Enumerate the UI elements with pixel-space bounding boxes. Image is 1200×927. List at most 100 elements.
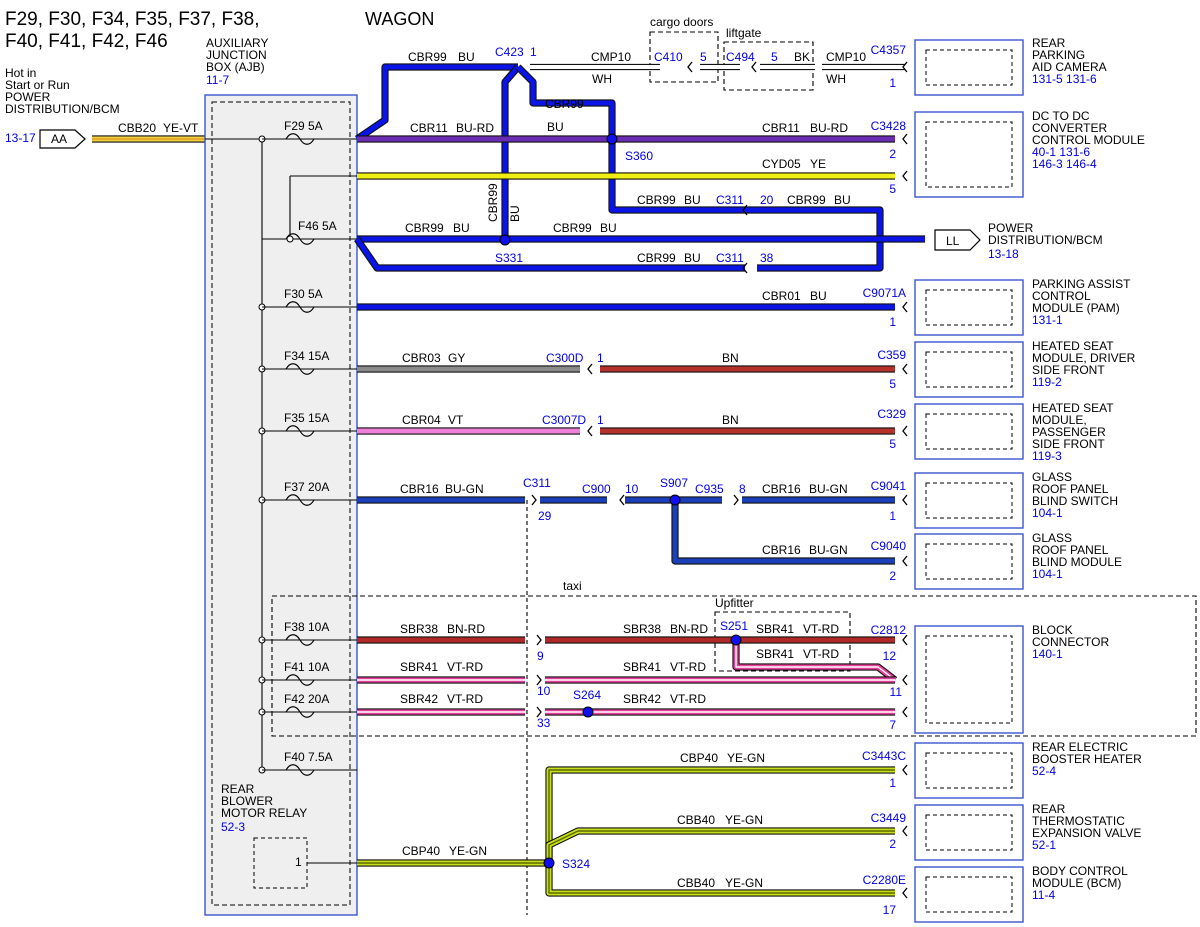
label-bu-gn-c: BU-GN xyxy=(809,543,848,557)
upfitter-label: Upfitter xyxy=(715,596,754,610)
module-1 xyxy=(914,111,1024,198)
label-sbr41-u2: SBR41 xyxy=(756,647,794,661)
label-vt: VT xyxy=(448,413,464,427)
module-ref: 11-4 xyxy=(1032,888,1055,902)
fuse-list-title: F29, F30, F34, F35, F37, F38, xyxy=(5,9,260,30)
label-sbr38-a: SBR38 xyxy=(400,622,438,636)
label-cbr99-top: CBR99 xyxy=(408,50,447,64)
fuse-f42-amp: 20A xyxy=(308,692,329,706)
fuse-f46-amp: 5A xyxy=(322,219,337,233)
module-4 xyxy=(914,403,1024,460)
label-vt-rd-c: VT-RD xyxy=(447,692,483,706)
splice-s251 xyxy=(730,634,742,646)
label-cbr99-mid: CBR99 xyxy=(545,97,584,111)
label-wh-b: WH xyxy=(826,72,846,86)
label-bu-ur2: BU xyxy=(834,193,851,207)
fuse-f30: F30 xyxy=(284,287,305,301)
module-connector: C9040 xyxy=(871,539,907,553)
fuse-f46: F46 xyxy=(298,219,319,233)
module-0 xyxy=(914,39,1024,96)
module-ref: 131-1 xyxy=(1032,313,1063,327)
module-connector: C4357 xyxy=(871,43,907,57)
label-sbr42-b: SBR42 xyxy=(623,692,661,706)
label-cbr03: CBR03 xyxy=(402,351,441,365)
label-ye-gn-mid: YE-GN xyxy=(725,813,763,827)
label-c935-pin: 8 xyxy=(739,482,746,496)
label-bn-rd-a: BN-RD xyxy=(447,622,485,636)
bus-node-f46 xyxy=(286,235,294,243)
splice-s324 xyxy=(543,857,555,869)
label-cbr99-vert: CBR99 xyxy=(486,183,500,222)
label-bu-vert: BU xyxy=(508,205,522,222)
module-10 xyxy=(914,866,1024,923)
label-s331: S331 xyxy=(495,251,523,265)
label-sbr41-u1: SBR41 xyxy=(756,622,794,636)
label-c935: C935 xyxy=(695,482,724,496)
module-connector: C9071A xyxy=(863,286,906,300)
label-vt-rd-b: VT-RD xyxy=(670,660,706,674)
module-9 xyxy=(914,804,1024,861)
label-bu-f46b: BU xyxy=(600,221,617,235)
module-pin: 17 xyxy=(883,903,897,917)
ajb-ref: 11-7 xyxy=(206,73,229,87)
module-connector: C329 xyxy=(877,407,906,421)
module-ref-2: 146-3 146-4 xyxy=(1032,157,1097,171)
module-ref: 104-1 xyxy=(1032,506,1063,520)
hot-in-ref: 13-17 xyxy=(5,131,36,145)
module-ref: 119-2 xyxy=(1032,375,1062,389)
conn-c900 xyxy=(619,494,625,506)
module-connector: C2280E xyxy=(863,873,906,887)
label-cbr99-low: CBR99 xyxy=(637,251,676,265)
module-pin-11: 11 xyxy=(890,685,903,699)
fuse-f29: F29 xyxy=(284,119,305,133)
connector-ll-label: LL xyxy=(946,234,960,248)
module-pin: 5 xyxy=(889,437,896,451)
label-s360: S360 xyxy=(625,149,653,163)
conn-c3428-5 xyxy=(902,170,908,182)
label-sbr38-b: SBR38 xyxy=(623,622,661,636)
label-pin33: 33 xyxy=(537,716,551,730)
label-cbb40-bot: CBB40 xyxy=(677,876,715,890)
label-sbr41-b: SBR41 xyxy=(623,660,661,674)
label-bn-rd-b: BN-RD xyxy=(670,622,708,636)
module-ref: 119-3 xyxy=(1032,449,1062,463)
conn-c311-29 xyxy=(531,494,537,506)
label-cbb40-mid: CBB40 xyxy=(677,813,715,827)
module-5 xyxy=(914,472,1024,529)
module-ref: 131-5 131-6 xyxy=(1032,72,1097,86)
fuse-f34-amp: 15A xyxy=(308,349,329,363)
label-bu-ur1: BU xyxy=(684,193,701,207)
label-vt-rd-u1: VT-RD xyxy=(803,622,839,636)
label-cyd05: CYD05 xyxy=(762,157,801,171)
conn-c2812-11 xyxy=(902,674,908,686)
conn-c311-9 xyxy=(536,634,542,646)
label-ye-gn-top: YE-GN xyxy=(727,751,765,765)
label-cbp40-relay: CBP40 xyxy=(402,844,440,858)
fuse-f34: F34 xyxy=(284,349,305,363)
splice-s360 xyxy=(606,133,618,145)
conn-c3443c xyxy=(902,764,908,776)
conn-c3428 xyxy=(902,133,908,145)
fuse-f40: F40 xyxy=(284,750,305,764)
conn-c2812-7 xyxy=(902,706,908,718)
label-cbr04: CBR04 xyxy=(402,413,441,427)
module-connector: C359 xyxy=(877,348,906,362)
label-bu-gn-a: BU-GN xyxy=(445,482,484,496)
label-vt-rd-d: VT-RD xyxy=(670,692,706,706)
conn-c3449 xyxy=(902,825,908,837)
fuse-f42: F42 xyxy=(284,692,305,706)
label-pin9: 9 xyxy=(537,649,544,663)
label-s264: S264 xyxy=(573,688,601,702)
label-c410-pin: 5 xyxy=(700,50,707,64)
fuse-f37-amp: 20A xyxy=(308,480,329,494)
label-cmp10-b: CMP10 xyxy=(826,50,866,64)
module-pin: 2 xyxy=(889,837,896,851)
label-cbr99-ur2: CBR99 xyxy=(787,193,826,207)
label-c494-pin: 5 xyxy=(771,50,778,64)
label-c494: C494 xyxy=(726,50,755,64)
conn-c300d xyxy=(587,363,593,375)
wagon-label: WAGON xyxy=(365,9,434,29)
wire-cbb40-mid xyxy=(545,827,895,863)
splice-s264 xyxy=(582,706,594,718)
label-cbr99-f46b: CBR99 xyxy=(553,221,592,235)
